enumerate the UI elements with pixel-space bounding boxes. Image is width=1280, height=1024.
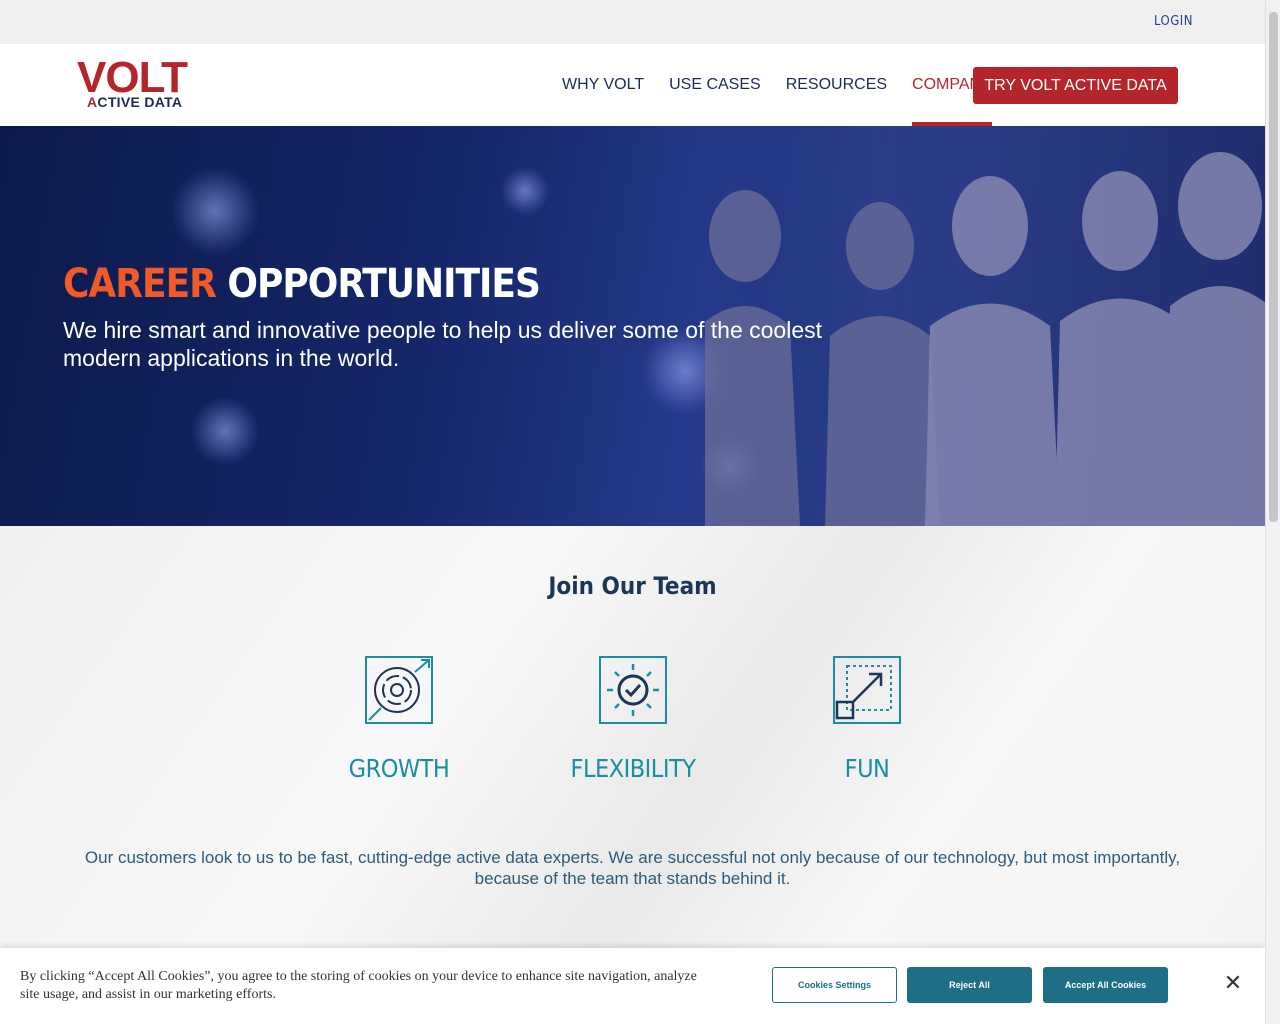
nav-item-use-cases[interactable]: USE CASES [669,44,761,126]
growth-target-icon [365,656,433,724]
page-scrollbar[interactable] [1265,0,1280,1024]
feature-label-flexibility: FLEXIBILITY [570,754,696,783]
volt-active-data-logo[interactable]: VOLT ACTIVE DATA [77,54,201,112]
close-icon[interactable]: ✕ [1222,973,1244,995]
site-header: VOLT ACTIVE DATA WHY VOLT USE CASES RESO… [0,44,1265,126]
cookie-consent-text: By clicking “Accept All Cookies”, you ag… [20,969,697,1002]
logo-tagline: ACTIVE DATA [87,94,183,110]
feature-label-fun: FUN [844,754,890,783]
flexibility-check-icon [599,656,667,724]
scrollbar-thumb[interactable] [1269,12,1278,522]
hero-title-accent: CAREER [63,261,217,307]
feature-fun: FUN [777,656,957,783]
feature-flexibility: FLEXIBILITY [543,656,723,783]
hero-subtitle: We hire smart and innovative people to h… [63,317,822,371]
feature-label-growth: GROWTH [348,754,450,783]
team-description: Our customers look to us to be fast, cut… [84,848,1181,888]
cookies-settings-button[interactable]: Cookies Settings [772,967,897,1003]
bokeh-light [190,396,260,466]
accept-all-cookies-button[interactable]: Accept All Cookies [1043,967,1168,1003]
bokeh-light [500,166,550,216]
cookie-banner: By clicking “Accept All Cookies”, you ag… [0,948,1265,1024]
nav-item-resources[interactable]: RESOURCES [786,44,887,126]
hero-banner: CAREER OPPORTUNITIES We hire smart and i… [0,126,1265,526]
hero-title: CAREER OPPORTUNITIES [63,260,541,308]
reject-all-button[interactable]: Reject All [907,967,1032,1003]
feature-growth: GROWTH [309,656,489,783]
main-nav: WHY VOLT USE CASES RESOURCES COMPANY [562,44,1017,126]
utility-bar: LOGIN [0,0,1265,44]
try-volt-active-data-button[interactable]: TRY VOLT ACTIVE DATA [973,67,1178,104]
fun-expand-icon [833,656,901,724]
team-heading: Join Our Team [548,572,717,600]
bokeh-light [170,166,260,256]
login-link[interactable]: LOGIN [1154,14,1193,29]
hero-title-rest: OPPORTUNITIES [227,261,541,307]
nav-item-why-volt[interactable]: WHY VOLT [562,44,644,126]
